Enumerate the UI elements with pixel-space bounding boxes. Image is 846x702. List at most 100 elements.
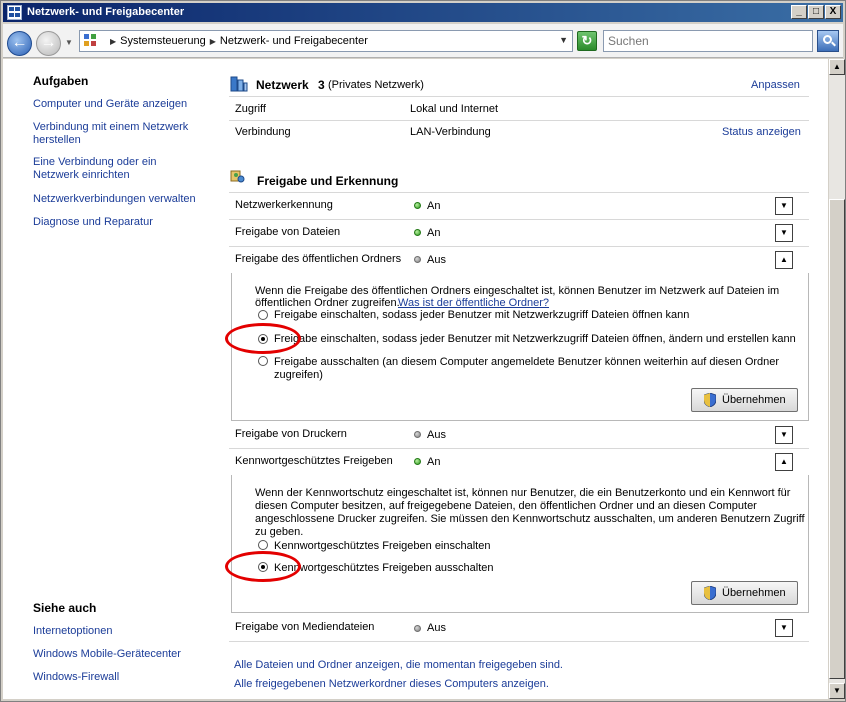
status-off-icon	[414, 256, 421, 263]
sharing-icon	[230, 169, 246, 185]
status-off-icon	[414, 625, 421, 632]
chevron-down-icon: ▼	[833, 686, 841, 695]
refresh-icon: ↻	[581, 33, 593, 48]
search-button[interactable]	[817, 30, 839, 52]
chevron-up-icon: ▲	[780, 255, 788, 264]
collapse-password-sharing-button[interactable]: ▲	[775, 453, 793, 471]
forward-button[interactable]: →	[36, 31, 61, 56]
public-folder-option-off-radio[interactable]	[258, 356, 268, 366]
customize-link[interactable]: Anpassen	[751, 79, 800, 91]
password-option-off-label[interactable]: Kennwortgeschütztes Freigeben ausschalte…	[274, 562, 784, 574]
setting-label-printer-sharing: Freigabe von Druckern	[235, 428, 347, 440]
maximize-button[interactable]: □	[808, 5, 824, 19]
separator	[229, 192, 809, 193]
access-value: Lokal und Internet	[410, 103, 499, 115]
window-title: Netzwerk- und Freigabecenter	[27, 6, 185, 18]
minimize-button[interactable]: _	[791, 5, 807, 19]
network-type: (Privates Netzwerk)	[328, 79, 424, 91]
separator	[229, 246, 809, 247]
public-folder-description: Wenn die Freigabe des öffentlichen Ordne…	[255, 285, 780, 297]
setting-label-public-folder: Freigabe des öffentlichen Ordners	[235, 253, 402, 265]
separator	[229, 120, 809, 121]
password-description-2: diesen Computer besitzen, auf freigegebe…	[255, 500, 757, 512]
arrow-left-icon: ←	[11, 34, 28, 51]
address-dropdown-icon[interactable]: ▼	[559, 35, 568, 45]
main-pane: Netzwerk 3 (Privates Netzwerk) Anpassen …	[3, 59, 828, 699]
setting-status-media-sharing: Aus	[427, 622, 446, 634]
setting-status-printer-sharing: Aus	[427, 429, 446, 441]
breadcrumb: ▶ Systemsteuerung ▶ Netzwerk- und Freigabec…	[106, 35, 368, 47]
public-folder-option-read-radio[interactable]	[258, 310, 268, 320]
close-button[interactable]: X	[825, 5, 841, 19]
expand-network-discovery-button[interactable]: ▼	[775, 197, 793, 215]
annotation-ring	[225, 323, 301, 354]
public-folder-help-link[interactable]: Was ist der öffentliche Ordner?	[398, 297, 549, 309]
address-toolbar: ← → ▼ ▶ Systemsteuerung ▶ Netzwerk- und Fre…	[3, 24, 843, 58]
annotation-ring	[225, 551, 301, 582]
password-description-4: zu geben.	[255, 526, 304, 538]
separator	[229, 96, 809, 97]
status-off-icon	[414, 431, 421, 438]
separator	[229, 448, 809, 449]
chevron-down-icon: ▼	[780, 228, 788, 237]
network-name: Netzwerk	[256, 78, 309, 92]
chevron-up-icon: ▲	[833, 62, 841, 71]
setting-label-network-discovery: Netzwerkerkennung	[235, 199, 333, 211]
breadcrumb-separator-icon: ▶	[110, 37, 117, 46]
show-shared-files-link[interactable]: Alle Dateien und Ordner anzeigen, die mo…	[234, 659, 563, 671]
password-option-on-radio[interactable]	[258, 540, 268, 550]
uac-shield-icon	[703, 585, 717, 601]
arrow-right-icon: →	[40, 34, 57, 51]
network-number: 3	[318, 78, 325, 92]
connection-value: LAN-Verbindung	[410, 126, 491, 138]
search-input[interactable]: Suchen	[603, 30, 813, 52]
scroll-thumb[interactable]	[829, 199, 845, 679]
expand-file-sharing-button[interactable]: ▼	[775, 224, 793, 242]
history-dropdown-icon[interactable]: ▼	[65, 38, 73, 47]
apply-label: Übernehmen	[722, 587, 786, 599]
separator	[229, 219, 809, 220]
status-link[interactable]: Status anzeigen	[722, 126, 801, 138]
control-panel-icon	[84, 34, 98, 48]
vertical-scrollbar[interactable]: ▲ ▼	[829, 59, 845, 699]
back-button[interactable]: ←	[7, 31, 32, 56]
public-folder-option-read-label[interactable]: Freigabe einschalten, sodass jeder Benut…	[274, 309, 784, 321]
status-on-icon	[414, 229, 421, 236]
breadcrumb-separator-icon: ▶	[209, 37, 216, 46]
separator	[229, 641, 809, 642]
sharing-heading: Freigabe und Erkennung	[257, 174, 399, 188]
apply-label: Übernehmen	[722, 394, 786, 406]
password-description-3: angeschlossene Drucker zugreifen. Sie mü…	[255, 513, 805, 525]
public-folder-option-off-label-2[interactable]: zugreifen)	[274, 369, 784, 381]
address-field[interactable]: ▶ Systemsteuerung ▶ Netzwerk- und Freigabec…	[79, 30, 573, 52]
status-on-icon	[414, 458, 421, 465]
expand-printer-sharing-button[interactable]: ▼	[775, 426, 793, 444]
chevron-down-icon: ▼	[780, 623, 788, 632]
breadcrumb-systemsteuerung[interactable]: Systemsteuerung	[120, 35, 206, 47]
setting-status-public-folder: Aus	[427, 254, 446, 266]
setting-label-file-sharing: Freigabe von Dateien	[235, 226, 341, 238]
expand-media-sharing-button[interactable]: ▼	[775, 619, 793, 637]
password-description-1: Wenn der Kennwortschutz eingeschaltet is…	[255, 487, 791, 499]
collapse-public-folder-button[interactable]: ▲	[775, 251, 793, 269]
setting-label-password-sharing: Kennwortgeschütztes Freigeben	[235, 455, 393, 467]
setting-status-network-discovery: An	[427, 200, 441, 212]
scroll-up-button[interactable]: ▲	[829, 59, 845, 75]
setting-status-password-sharing: An	[427, 456, 441, 468]
password-option-on-label[interactable]: Kennwortgeschütztes Freigeben einschalte…	[274, 540, 784, 552]
public-folder-option-off-label[interactable]: Freigabe ausschalten (an diesem Computer…	[274, 356, 784, 368]
refresh-button[interactable]: ↻	[577, 31, 597, 51]
password-apply-button[interactable]: Übernehmen	[691, 581, 798, 605]
chevron-down-icon: ▼	[780, 201, 788, 210]
status-on-icon	[414, 202, 421, 209]
scroll-down-button[interactable]: ▼	[829, 683, 845, 699]
show-shared-folders-link[interactable]: Alle freigegebenen Netzwerkordner dieses…	[234, 678, 549, 690]
setting-status-file-sharing: An	[427, 227, 441, 239]
access-label: Zugriff	[235, 103, 266, 115]
chevron-down-icon: ▼	[780, 430, 788, 439]
public-folder-option-write-label[interactable]: Freigabe einschalten, sodass jeder Benut…	[274, 333, 796, 345]
uac-shield-icon	[703, 392, 717, 408]
public-folder-apply-button[interactable]: Übernehmen	[691, 388, 798, 412]
breadcrumb-network-center[interactable]: Netzwerk- und Freigabecenter	[220, 35, 368, 47]
title-bar: Netzwerk- und Freigabecenter _ □ X	[3, 3, 843, 22]
